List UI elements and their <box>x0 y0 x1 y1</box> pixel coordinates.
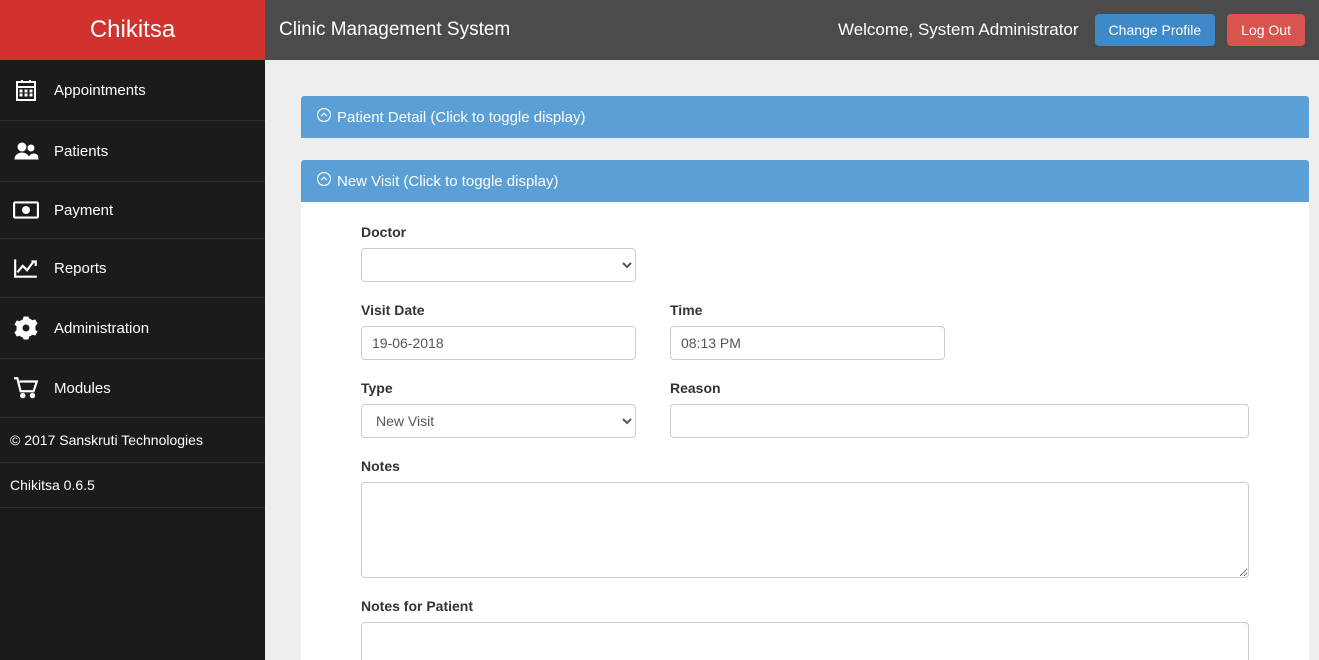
notes-textarea[interactable] <box>361 482 1249 578</box>
sidebar-nav: Appointments Patients Payment Reports <box>0 60 265 418</box>
sidebar-item-label: Appointments <box>54 82 146 99</box>
change-profile-button[interactable]: Change Profile <box>1095 14 1216 46</box>
visit-date-label: Visit Date <box>361 302 636 318</box>
sidebar-version: Chikitsa 0.6.5 <box>0 463 265 508</box>
panel-patient-detail-heading[interactable]: Patient Detail (Click to toggle display) <box>301 96 1309 138</box>
sidebar-item-patients[interactable]: Patients <box>0 121 265 182</box>
sidebar-item-label: Administration <box>54 320 149 337</box>
notes-patient-textarea[interactable] <box>361 622 1249 660</box>
cart-icon <box>12 377 40 399</box>
notes-label: Notes <box>361 458 1249 474</box>
notes-patient-label: Notes for Patient <box>361 598 1249 614</box>
type-label: Type <box>361 380 636 396</box>
sidebar-item-modules[interactable]: Modules <box>0 359 265 418</box>
chart-line-icon <box>12 257 40 279</box>
sidebar-item-payment[interactable]: Payment <box>0 182 265 239</box>
reason-input[interactable] <box>670 404 1249 438</box>
content-area: Patient Detail (Click to toggle display)… <box>265 60 1319 660</box>
sidebar-item-label: Payment <box>54 202 113 219</box>
arrow-circle-up-icon <box>317 108 331 126</box>
money-icon <box>12 200 40 220</box>
type-select[interactable]: New Visit <box>361 404 636 438</box>
sidebar-item-administration[interactable]: Administration <box>0 298 265 359</box>
logout-button[interactable]: Log Out <box>1227 14 1305 46</box>
welcome-text: Welcome, System Administrator <box>838 20 1079 40</box>
sidebar: Chikitsa Appointments Patients Payment <box>0 0 265 660</box>
calendar-icon <box>12 78 40 102</box>
doctor-select[interactable] <box>361 248 636 282</box>
arrow-circle-up-icon <box>317 172 331 190</box>
users-icon <box>12 139 40 163</box>
panel-patient-detail: Patient Detail (Click to toggle display) <box>301 96 1309 138</box>
panel-heading-text: Patient Detail (Click to toggle display) <box>337 109 585 126</box>
gear-icon <box>12 316 40 340</box>
panel-new-visit-heading[interactable]: New Visit (Click to toggle display) <box>301 160 1309 202</box>
panel-new-visit: New Visit (Click to toggle display) Doct… <box>301 160 1309 660</box>
sidebar-item-label: Patients <box>54 143 108 160</box>
sidebar-item-reports[interactable]: Reports <box>0 239 265 298</box>
brand-title: Chikitsa <box>0 0 265 60</box>
topbar: Clinic Management System Welcome, System… <box>265 0 1319 60</box>
visit-date-input[interactable] <box>361 326 636 360</box>
time-label: Time <box>670 302 945 318</box>
sidebar-item-appointments[interactable]: Appointments <box>0 60 265 121</box>
panel-heading-text: New Visit (Click to toggle display) <box>337 173 558 190</box>
page-title: Clinic Management System <box>279 19 510 41</box>
sidebar-item-label: Modules <box>54 380 111 397</box>
sidebar-copyright: © 2017 Sanskruti Technologies <box>0 418 265 463</box>
sidebar-item-label: Reports <box>54 260 107 277</box>
time-input[interactable] <box>670 326 945 360</box>
doctor-label: Doctor <box>361 224 636 240</box>
reason-label: Reason <box>670 380 1249 396</box>
